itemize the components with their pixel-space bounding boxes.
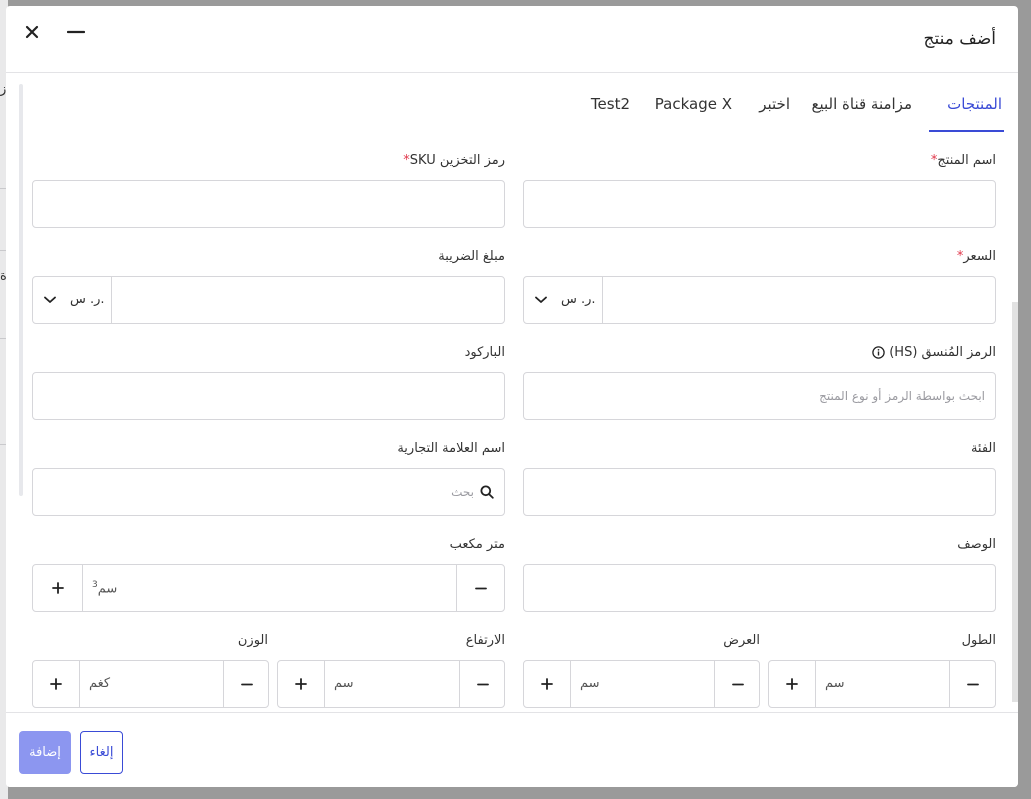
tax-currency-label: ر. س.: [70, 292, 105, 307]
minus-icon: [240, 683, 253, 685]
tab-bar: المنتجات مزامنة قناة البيع اختبر Package…: [6, 73, 1018, 133]
length-label: الطول: [961, 633, 996, 648]
height-label: الارتفاع: [465, 633, 505, 648]
weight-unit: كغم: [89, 676, 111, 691]
field-divider: [815, 661, 816, 707]
field-divider: [570, 661, 571, 707]
minimize-button[interactable]: [63, 19, 89, 45]
width-decrement-button[interactable]: [715, 661, 760, 707]
field-divider: [602, 277, 603, 323]
tax-amount-label: مبلغ الضريبة: [438, 249, 505, 264]
height-stepper[interactable]: سم: [277, 660, 505, 708]
product-name-input[interactable]: [523, 180, 996, 228]
add-button[interactable]: إضافة: [19, 731, 71, 774]
modal-header: أضف منتج: [6, 6, 1018, 73]
modal-title: أضف منتج: [923, 29, 997, 49]
brand-placeholder: بحث: [451, 485, 474, 499]
hs-code-search-input[interactable]: ابحث بواسطة الرمز أو نوع المنتج: [523, 372, 996, 420]
category-label: الفئة: [970, 441, 996, 456]
search-icon: [480, 485, 494, 499]
cancel-button[interactable]: إلغاء: [80, 731, 123, 774]
tax-currency-select[interactable]: ر. س.: [33, 277, 111, 323]
info-icon[interactable]: [872, 346, 885, 359]
tab-test[interactable]: اختبر: [759, 95, 790, 113]
weight-label: الوزن: [237, 633, 268, 648]
minus-icon: [731, 683, 744, 685]
cubic-meter-increment-button[interactable]: [33, 565, 82, 611]
height-unit: سم: [334, 676, 354, 691]
sku-input[interactable]: [32, 180, 505, 228]
price-currency-label: ر. س.: [561, 292, 596, 307]
field-divider: [82, 565, 83, 611]
tab-products[interactable]: المنتجات: [947, 95, 1002, 113]
length-increment-button[interactable]: [769, 661, 815, 707]
width-label: العرض: [723, 633, 760, 648]
field-divider: [79, 661, 80, 707]
description-input[interactable]: [523, 564, 996, 612]
tab-package-x[interactable]: Package X: [655, 95, 732, 113]
tab-sales-channel-sync[interactable]: مزامنة قناة البيع: [811, 95, 912, 113]
chevron-down-icon: [44, 296, 56, 303]
hs-code-label: الرمز المُنسق (HS): [872, 345, 996, 360]
cubic-meter-decrement-button[interactable]: [457, 565, 505, 611]
plus-icon: [50, 678, 62, 690]
plus-icon: [51, 582, 64, 594]
height-decrement-button[interactable]: [460, 661, 505, 707]
category-input[interactable]: [523, 468, 996, 516]
form-scrollbar[interactable]: [19, 84, 23, 496]
field-divider: [111, 277, 112, 323]
add-product-modal: أضف منتج المنتجات مزامنة قناة البيع اختب…: [6, 6, 1018, 787]
price-label: السعر*: [956, 249, 996, 264]
length-decrement-button[interactable]: [950, 661, 996, 707]
brand-label: اسم العلامة التجارية: [397, 441, 505, 456]
chevron-down-icon: [535, 296, 547, 303]
barcode-input[interactable]: [32, 372, 505, 420]
product-name-label: اسم المنتج*: [930, 153, 996, 168]
hs-code-placeholder: ابحث بواسطة الرمز أو نوع المنتج: [819, 389, 985, 403]
cubic-meter-unit: سم3: [92, 580, 118, 597]
brand-search-input[interactable]: بحث: [32, 468, 505, 516]
minus-icon: [475, 587, 487, 589]
width-unit: سم: [580, 676, 600, 691]
width-stepper[interactable]: سم: [523, 660, 760, 708]
weight-increment-button[interactable]: [33, 661, 79, 707]
tab-test2[interactable]: Test2: [591, 95, 630, 113]
sku-label: رمز التخزين SKU*: [403, 153, 505, 168]
height-increment-button[interactable]: [278, 661, 324, 707]
minus-icon: [476, 683, 489, 685]
plus-icon: [295, 678, 307, 690]
cubic-meter-label: متر مكعب: [449, 537, 505, 552]
active-tab-indicator: [929, 130, 1004, 132]
page-scrollbar[interactable]: [1012, 302, 1018, 702]
width-increment-button[interactable]: [524, 661, 570, 707]
weight-decrement-button[interactable]: [224, 661, 269, 707]
barcode-label: الباركود: [464, 345, 505, 360]
description-label: الوصف: [957, 537, 996, 552]
weight-stepper[interactable]: كغم: [32, 660, 269, 708]
plus-icon: [786, 678, 798, 690]
length-stepper[interactable]: سم: [768, 660, 996, 708]
length-unit: سم: [825, 676, 845, 691]
close-button[interactable]: [19, 19, 45, 45]
minus-icon: [967, 683, 979, 685]
modal-footer: إضافة إلغاء: [6, 712, 1018, 787]
plus-icon: [541, 678, 553, 690]
field-divider: [324, 661, 325, 707]
tax-amount-input[interactable]: ر. س.: [32, 276, 505, 324]
cubic-meter-stepper[interactable]: سم3: [32, 564, 505, 612]
minimize-icon: [67, 30, 85, 34]
close-icon: [25, 25, 39, 39]
price-input[interactable]: ر. س.: [523, 276, 996, 324]
price-currency-select[interactable]: ر. س.: [524, 277, 602, 323]
